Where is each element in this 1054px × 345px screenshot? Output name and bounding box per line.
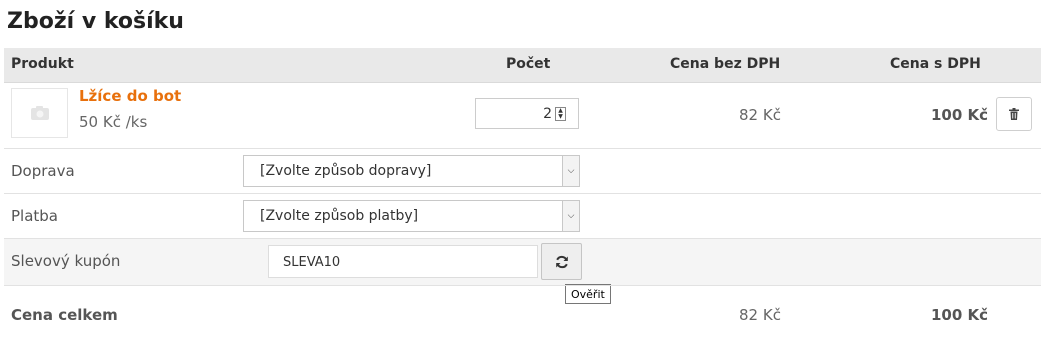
page-title: Zboží v košíku (7, 9, 184, 34)
chevron-down-icon: ⌵ (562, 156, 579, 186)
payment-label: Platba (11, 207, 58, 225)
chevron-down-icon: ⌵ (562, 201, 579, 231)
header-count: Počet (506, 56, 551, 72)
remove-item-button[interactable] (996, 97, 1032, 131)
payment-select[interactable]: [Zvolte způsob platby] ⌵ (243, 200, 580, 232)
header-product: Produkt (11, 56, 74, 72)
row-divider (4, 193, 1041, 194)
coupon-label: Slevový kupón (11, 252, 121, 270)
shipping-select[interactable]: [Zvolte způsob dopravy] ⌵ (243, 155, 580, 187)
shipping-label: Doprava (11, 162, 75, 180)
total-label: Cena celkem (11, 306, 118, 324)
verify-coupon-button[interactable] (541, 243, 582, 280)
row-divider (4, 148, 1041, 149)
quantity-value: 2 (543, 106, 552, 122)
product-name-link[interactable]: Lžíce do bot (79, 87, 181, 105)
total-price-no-vat: 82 Kč (739, 306, 781, 324)
cart-table-header: Produkt Počet Cena bez DPH Cena s DPH (4, 48, 1041, 83)
product-unit-price: 50 Kč /ks (79, 113, 148, 131)
product-thumbnail[interactable] (11, 88, 68, 138)
row-divider (4, 285, 1041, 286)
header-price-no-vat: Cena bez DPH (670, 56, 781, 72)
coupon-input[interactable]: SLEVA10 (268, 245, 538, 278)
item-price-vat: 100 Kč (931, 106, 989, 124)
payment-selected-value: [Zvolte způsob platby] (260, 208, 419, 224)
shipping-selected-value: [Zvolte způsob dopravy] (260, 163, 432, 179)
total-price-vat: 100 Kč (931, 306, 989, 324)
header-price-vat: Cena s DPH (890, 56, 981, 72)
photo-placeholder-icon (31, 106, 49, 120)
item-price-no-vat: 82 Kč (739, 106, 781, 124)
refresh-icon (556, 255, 568, 269)
coupon-input-value: SLEVA10 (283, 255, 341, 270)
quantity-spinner-arrows[interactable]: ▲ ▼ (555, 107, 566, 121)
trash-icon (1009, 108, 1019, 120)
quantity-stepper[interactable]: 2 ▲ ▼ (475, 98, 579, 129)
verify-tooltip: Ověřit (565, 284, 611, 304)
